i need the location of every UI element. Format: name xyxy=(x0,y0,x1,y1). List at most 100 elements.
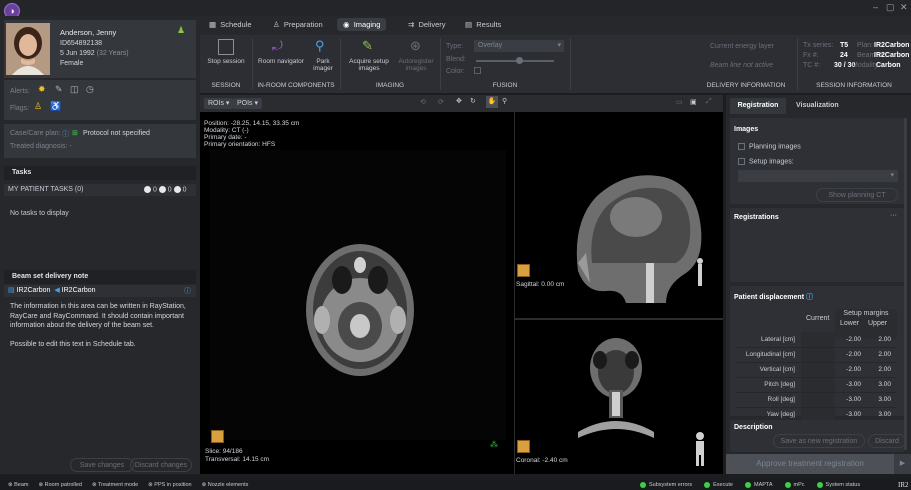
tab-visualization[interactable]: Visualization xyxy=(796,98,839,114)
layout-icon[interactable]: ▭ xyxy=(676,98,683,106)
status-item-right[interactable]: System status xyxy=(816,481,860,488)
col-setup-margins: Setup margins xyxy=(843,310,889,317)
beam-tab-2[interactable]: IR2Carbon xyxy=(62,287,96,294)
blend-slider[interactable] xyxy=(476,60,554,62)
tab-imaging[interactable]: ◉ Imaging xyxy=(337,18,387,31)
tasks-empty: No tasks to display xyxy=(10,210,69,217)
restore-button[interactable]: ▢ xyxy=(886,2,895,13)
flag-person-icon[interactable]: ♙ xyxy=(34,101,42,112)
rotate-icon[interactable]: ↻ xyxy=(470,97,476,105)
displacement-info-icon[interactable]: ⓘ xyxy=(806,294,813,301)
screenshot-icon[interactable]: ▣ xyxy=(690,98,697,106)
displacement-current[interactable] xyxy=(801,362,835,378)
transversal-view[interactable] xyxy=(210,150,506,440)
status-item-right[interactable]: MAPTA xyxy=(744,481,773,488)
group-in-room: IN-ROOM COMPONENTS xyxy=(257,82,335,89)
tab-preparation[interactable]: ♙ Preparation xyxy=(273,20,323,29)
sagittal-cube-icon[interactable] xyxy=(517,264,530,277)
care-plan-info-icon[interactable]: ⓘ xyxy=(62,129,69,139)
coronal-view[interactable] xyxy=(516,320,723,474)
pan-icon[interactable]: ✥ xyxy=(456,97,462,105)
status-item-left[interactable]: ⊗ Beam xyxy=(8,482,29,488)
registrations-menu-icon[interactable]: ··· xyxy=(890,212,897,219)
care-plan-add-icon[interactable]: ⊞ xyxy=(72,129,78,137)
hand-tool-icon[interactable]: ✋ xyxy=(486,96,498,108)
schedule-icon: ▦ xyxy=(209,20,217,29)
close-button[interactable]: ✕ xyxy=(900,2,908,13)
zoom-icon[interactable]: ⚲ xyxy=(502,97,507,105)
alert-clock-icon[interactable]: ◷ xyxy=(86,84,94,95)
title-bar xyxy=(0,0,911,16)
discard-registration-button[interactable]: Discard xyxy=(868,434,906,448)
setup-images-option[interactable]: Setup images: xyxy=(738,158,794,165)
displacement-current[interactable] xyxy=(801,332,835,348)
stop-session-button[interactable]: Stop session xyxy=(204,58,248,65)
color-checkbox[interactable] xyxy=(474,67,481,74)
status-item-label: Nozzle elements xyxy=(207,482,249,488)
status-item-left[interactable]: ⊗ PPS in position xyxy=(148,482,191,488)
displacement-label: Roll [deg] xyxy=(735,392,801,408)
status-right: Subsystem errors Execute MAPTA mPc System st… xyxy=(640,480,872,490)
redo-icon[interactable]: ⟳ xyxy=(438,98,444,106)
approve-arrow-button[interactable]: ▶ xyxy=(894,454,911,474)
tx-series-label: Tx series: xyxy=(803,42,834,49)
brand-logo: IR2 xyxy=(898,481,909,489)
margin-upper: 2.00 xyxy=(867,347,897,363)
displacement-label: Lateral [cm] xyxy=(735,332,801,348)
displacement-current[interactable] xyxy=(801,347,835,363)
blend-slider-handle[interactable] xyxy=(516,57,523,64)
orientation-cube-icon[interactable] xyxy=(211,430,224,443)
displacement-current[interactable] xyxy=(801,392,835,408)
status-item-right[interactable]: Subsystem errors xyxy=(640,481,692,488)
status-item-right[interactable]: Execute xyxy=(704,481,733,488)
setup-images-checkbox[interactable] xyxy=(738,158,745,165)
margin-upper: 3.00 xyxy=(867,377,897,393)
displacement-label: Pitch [deg] xyxy=(735,377,801,393)
tab-schedule-label: Schedule xyxy=(220,20,252,29)
coronal-cube-icon[interactable] xyxy=(517,440,530,453)
preparation-icon: ♙ xyxy=(273,20,280,29)
beam-note-info-icon[interactable]: ⓘ xyxy=(184,286,191,296)
margin-lower: -2.00 xyxy=(835,332,867,348)
autoregister-images-button[interactable]: Autoregister images xyxy=(396,58,436,72)
discard-changes-button[interactable]: Discard changes xyxy=(130,458,192,472)
pois-dropdown[interactable]: POIs ▾ xyxy=(233,98,263,109)
status-left: ⊗ Beam ⊗ Room patrolled ⊗ Treatment mode ⊗ … xyxy=(8,480,258,490)
tab-registration[interactable]: Registration xyxy=(730,98,786,114)
alert-radiation-icon[interactable]: ✸ xyxy=(38,84,46,95)
flag-wheelchair-icon[interactable]: ♿ xyxy=(50,101,61,112)
results-icon: ▤ xyxy=(465,20,473,29)
status-item-left[interactable]: ⊗ Treatment mode xyxy=(92,482,138,488)
fullscreen-icon[interactable]: ⤢ xyxy=(706,98,712,106)
rois-dropdown[interactable]: ROIs ▾ xyxy=(204,98,234,109)
displacement-current[interactable] xyxy=(801,377,835,393)
status-item-left[interactable]: ⊗ Nozzle elements xyxy=(202,482,249,488)
fx-value: 24 xyxy=(840,52,848,59)
fusion-type-select[interactable]: Overlay ▾ xyxy=(474,40,564,52)
save-new-registration-button[interactable]: Save as new registration xyxy=(773,434,865,448)
beam-tab-icon: ▤ xyxy=(8,287,15,294)
right-scrollbar[interactable] xyxy=(904,118,907,450)
save-changes-button[interactable]: Save changes xyxy=(70,458,134,472)
tab-schedule[interactable]: ▦ Schedule xyxy=(209,20,252,29)
alert-device-icon[interactable]: ✎ xyxy=(55,84,63,95)
show-planning-ct-button[interactable]: Show planning CT xyxy=(816,188,898,202)
minimize-button[interactable]: – xyxy=(873,2,878,12)
setup-images-select[interactable]: ▾ xyxy=(738,170,898,182)
ribbon-separator xyxy=(797,38,798,90)
tab-delivery[interactable]: ⇉ Delivery xyxy=(408,20,446,29)
acquire-setup-images-button[interactable]: Acquire setup images xyxy=(347,58,391,72)
status-item-left[interactable]: ⊗ Room patrolled xyxy=(39,482,82,488)
status-ok-icon xyxy=(784,481,791,488)
approve-registration-button[interactable]: Approve treatment registration xyxy=(726,454,894,474)
undo-icon[interactable]: ⟲ xyxy=(420,98,426,106)
park-imager-button[interactable]: Park imager xyxy=(310,58,336,72)
room-navigator-button[interactable]: Room navigator xyxy=(254,58,308,65)
tab-results[interactable]: ▤ Results xyxy=(465,20,501,29)
status-item-right[interactable]: mPc xyxy=(784,481,805,488)
planning-images-option[interactable]: Planning images xyxy=(738,143,801,150)
planning-images-checkbox[interactable] xyxy=(738,143,745,150)
margin-lower: -3.00 xyxy=(835,392,867,408)
beam-tab-1[interactable]: IR2Carbon xyxy=(17,287,51,294)
alert-scan-icon[interactable]: ◫ xyxy=(70,84,79,95)
